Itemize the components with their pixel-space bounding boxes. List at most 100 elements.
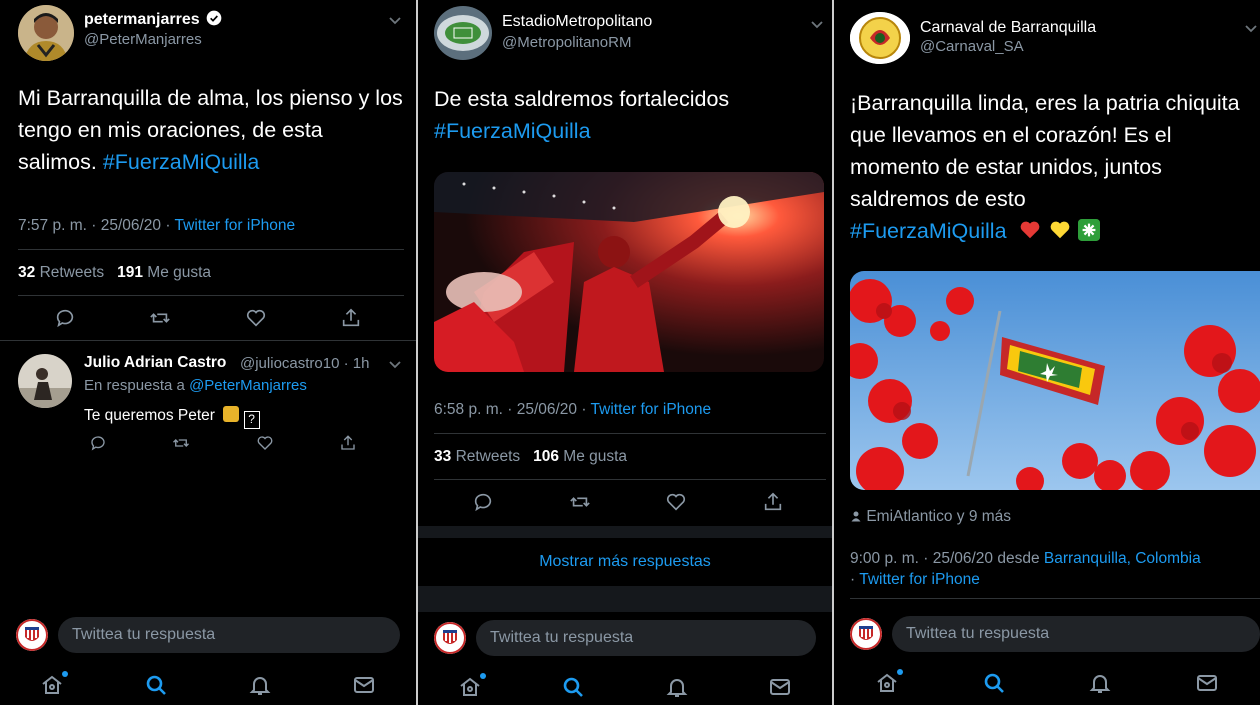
notifications-icon[interactable] (248, 673, 272, 702)
tweet-actions (471, 490, 785, 514)
notification-dot (479, 672, 486, 679)
tweet-photo-flag-flowers[interactable] (850, 271, 1260, 490)
user-avatar[interactable] (434, 622, 466, 654)
user-avatar[interactable] (850, 618, 882, 650)
location-link[interactable]: Barranquilla, Colombia (1044, 550, 1201, 567)
notifications-icon[interactable] (665, 675, 689, 704)
retweet-icon[interactable] (169, 431, 193, 455)
unknown-emoji-box: ? (243, 411, 260, 429)
bottom-nav (418, 664, 832, 705)
tweet-text: ¡Barranquilla linda, eres la patria chiq… (850, 91, 1240, 243)
divider (0, 340, 416, 341)
author-name[interactable]: EstadioMetropolitano (502, 13, 652, 31)
show-more-replies-link[interactable]: Mostrar más respuestas (418, 553, 832, 571)
tweet-timestamp: 7:57 p. m. · 25/06/20 · Twitter for iPho… (18, 217, 296, 234)
search-icon[interactable] (982, 671, 1006, 700)
notifications-icon[interactable] (1088, 671, 1112, 700)
divider (18, 295, 404, 296)
reply-composer: Twittea tu respuesta (0, 605, 416, 665)
tweet-panel-estadio: EstadioMetropolitano @MetropolitanoRM De… (418, 0, 832, 705)
chevron-down-icon[interactable] (388, 14, 402, 29)
author-avatar[interactable] (434, 6, 492, 60)
author-handle[interactable]: @PeterManjarres (84, 31, 202, 48)
hashtag-link[interactable]: #FuerzaMiQuilla (103, 150, 260, 174)
retweet-icon[interactable] (568, 490, 592, 514)
hashtag-link[interactable]: #FuerzaMiQuilla (434, 119, 591, 143)
reply-text: Te queremos Peter ? (84, 406, 260, 429)
engagement-stats: 32 Retweets 191 Me gusta (18, 264, 212, 281)
divider (18, 249, 404, 250)
search-icon[interactable] (144, 673, 168, 702)
tweet-text: Mi Barranquilla de alma, los pienso y lo… (18, 86, 403, 174)
notification-dot (897, 668, 904, 675)
retweet-icon[interactable] (148, 306, 172, 330)
like-icon[interactable] (244, 306, 268, 330)
tagged-users[interactable]: EmiAtlantico y 9 más (850, 508, 1011, 526)
reply-composer: Twittea tu respuesta (834, 604, 1260, 664)
chevron-down-icon[interactable] (388, 358, 402, 373)
reply-handle[interactable]: @juliocastro10 · 1h (240, 355, 369, 372)
tweet-text: De esta saldremos fortalecidos #FuerzaMiQ… (434, 87, 730, 143)
hashtag-link[interactable]: #FuerzaMiQuilla (850, 219, 1007, 243)
reply-input[interactable]: Twittea tu respuesta (476, 620, 816, 656)
messages-icon[interactable] (768, 675, 792, 704)
retweet-count[interactable]: 32 (18, 264, 35, 281)
person-icon (851, 511, 861, 522)
search-icon[interactable] (561, 675, 585, 704)
share-icon[interactable] (761, 490, 785, 514)
author-name[interactable]: Carnaval de Barranquilla (920, 19, 1096, 37)
author-avatar[interactable] (18, 5, 74, 61)
reply-icon[interactable] (53, 306, 77, 330)
like-count[interactable]: 191 (117, 264, 143, 281)
tiger-emoji-icon (223, 406, 240, 422)
source-link[interactable]: Twitter for iPhone (591, 401, 712, 418)
author-name[interactable]: petermanjarres (84, 10, 222, 29)
tweet-photo-stadium-flare[interactable] (434, 172, 824, 372)
reply-author-name[interactable]: Julio Adrian Castro (84, 354, 226, 372)
like-count[interactable]: 106 (533, 448, 559, 465)
home-icon[interactable] (458, 672, 486, 704)
reply-input[interactable]: Twittea tu respuesta (58, 617, 400, 653)
bottom-nav (0, 662, 416, 705)
author-handle[interactable]: @MetropolitanoRM (502, 34, 631, 51)
messages-icon[interactable] (1195, 671, 1219, 700)
author-handle[interactable]: @Carnaval_SA (920, 38, 1024, 55)
home-icon[interactable] (875, 668, 904, 700)
yellow-heart-icon (1050, 221, 1069, 239)
section-gap (418, 526, 832, 538)
reply-composer: Twittea tu respuesta (418, 608, 832, 668)
red-heart-icon (1020, 221, 1039, 239)
source-link[interactable]: Twitter for iPhone (859, 571, 980, 588)
like-icon[interactable] (253, 431, 277, 455)
home-icon[interactable] (40, 670, 68, 702)
reply-avatar[interactable] (18, 354, 72, 408)
mention-link[interactable]: @PeterManjarres (189, 377, 307, 394)
chevron-down-icon[interactable] (1244, 22, 1258, 37)
engagement-stats: 33 Retweets 106 Me gusta (434, 448, 628, 465)
notification-dot (62, 670, 68, 677)
tweet-panel-carnaval: Carnaval de Barranquilla @Carnaval_SA ¡B… (834, 0, 1260, 705)
green-star-icon (1078, 219, 1101, 241)
bottom-nav (834, 660, 1260, 705)
like-icon[interactable] (664, 490, 688, 514)
reply-input[interactable]: Twittea tu respuesta (892, 616, 1260, 652)
divider (434, 433, 826, 434)
source-link[interactable]: Twitter for iPhone (175, 217, 296, 234)
divider (850, 598, 1260, 599)
tweet-timestamp: 9:00 p. m. · 25/06/20 desde Barranquilla… (850, 550, 1201, 588)
chevron-down-icon[interactable] (810, 18, 824, 33)
author-avatar[interactable] (850, 12, 910, 64)
reply-icon[interactable] (471, 490, 495, 514)
reply-actions (86, 431, 360, 455)
user-avatar[interactable] (16, 619, 48, 651)
tweet-actions (53, 306, 363, 330)
reply-icon[interactable] (86, 431, 110, 455)
messages-icon[interactable] (352, 673, 376, 702)
divider (434, 479, 826, 480)
share-icon[interactable] (336, 431, 360, 455)
reply-context: En respuesta a @PeterManjarres (84, 377, 307, 394)
verified-badge-icon (206, 10, 222, 26)
share-icon[interactable] (339, 306, 363, 330)
retweet-count[interactable]: 33 (434, 448, 451, 465)
tweet-timestamp: 6:58 p. m. · 25/06/20 · Twitter for iPho… (434, 401, 712, 418)
